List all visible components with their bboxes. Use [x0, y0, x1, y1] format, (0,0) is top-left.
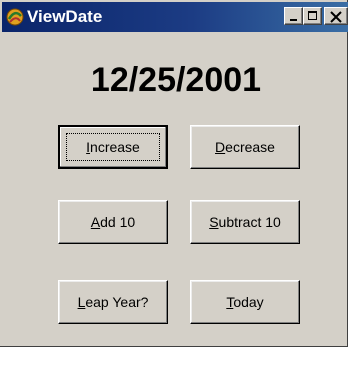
add-10-label: Add 10: [91, 214, 135, 230]
increase-label-rest: ncrease: [90, 139, 140, 155]
minimize-icon: [290, 19, 297, 21]
maximize-button[interactable]: [303, 7, 322, 25]
decrease-button[interactable]: Decrease: [190, 125, 300, 169]
increase-button[interactable]: Increase: [58, 125, 168, 169]
subtract-10-mnemonic: S: [209, 214, 219, 230]
decrease-label: Decrease: [215, 139, 275, 155]
decrease-label-rest: ecrease: [225, 139, 275, 155]
minimize-button[interactable]: [284, 7, 303, 25]
increase-label: Increase: [86, 139, 140, 155]
today-button[interactable]: Today: [190, 280, 300, 324]
window-title: ViewDate: [27, 7, 103, 26]
decrease-mnemonic: D: [215, 139, 226, 155]
subtract-10-button[interactable]: Subtract 10: [190, 200, 300, 244]
add-10-label-rest: dd 10: [100, 214, 136, 230]
close-button[interactable]: [324, 7, 348, 25]
leap-year-button[interactable]: Leap Year?: [58, 280, 168, 324]
subtract-10-label: Subtract 10: [209, 214, 281, 230]
title-bar[interactable]: ViewDate: [2, 2, 348, 32]
add-10-button[interactable]: Add 10: [58, 200, 168, 244]
today-label-rest: oday: [233, 294, 264, 310]
leap-year-label-rest: eap Year?: [85, 294, 149, 310]
app-window: ViewDate 12/25/2001 Increase Decrease Ad…: [0, 0, 348, 347]
add-10-mnemonic: A: [90, 214, 101, 230]
app-icon: [6, 8, 24, 26]
maximize-icon: [308, 11, 317, 20]
leap-year-label: Leap Year?: [78, 294, 149, 310]
date-display: 12/25/2001: [90, 61, 262, 99]
today-label: Today: [226, 294, 263, 310]
subtract-10-label-rest: ubtract 10: [218, 214, 281, 230]
close-icon: [330, 11, 342, 23]
